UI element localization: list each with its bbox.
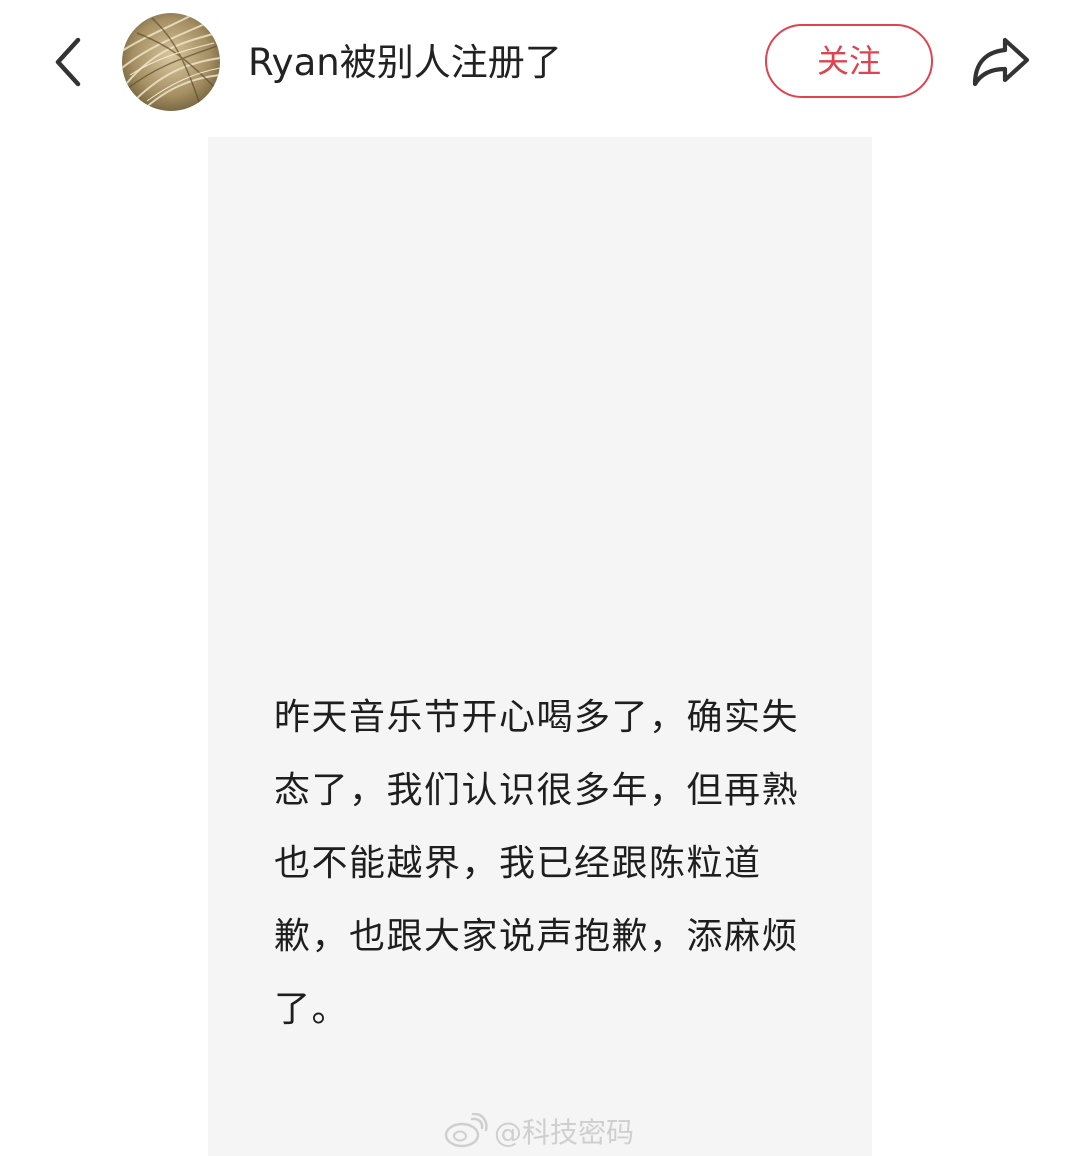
username[interactable]: Ryan被别人注册了 xyxy=(248,36,562,90)
weibo-logo-icon xyxy=(444,1113,488,1148)
post-text: 昨天音乐节开心喝多了，确实失态了，我们认识很多年，但再熟也不能越界，我已经跟陈粒… xyxy=(274,697,800,1030)
watermark: @科技密码 xyxy=(444,1106,634,1156)
post-image-card: 昨天音乐节开心喝多了，确实失态了，我们认识很多年，但再熟也不能越界，我已经跟陈粒… xyxy=(208,137,872,1156)
avatar[interactable] xyxy=(122,13,220,111)
share-arrow-icon xyxy=(972,37,1030,87)
back-button[interactable] xyxy=(40,30,96,94)
post-page: Ryan被别人注册了 关注 昨天音乐节开心喝多了，确实失态了，我们认识很多年，但… xyxy=(0,0,1080,1156)
chevron-left-icon xyxy=(55,37,81,87)
top-bar: Ryan被别人注册了 关注 xyxy=(0,0,1080,125)
follow-button[interactable]: 关注 xyxy=(765,24,933,98)
watermark-text: @科技密码 xyxy=(494,1116,635,1149)
share-button[interactable] xyxy=(966,30,1036,94)
wheat-field-avatar xyxy=(122,13,220,111)
